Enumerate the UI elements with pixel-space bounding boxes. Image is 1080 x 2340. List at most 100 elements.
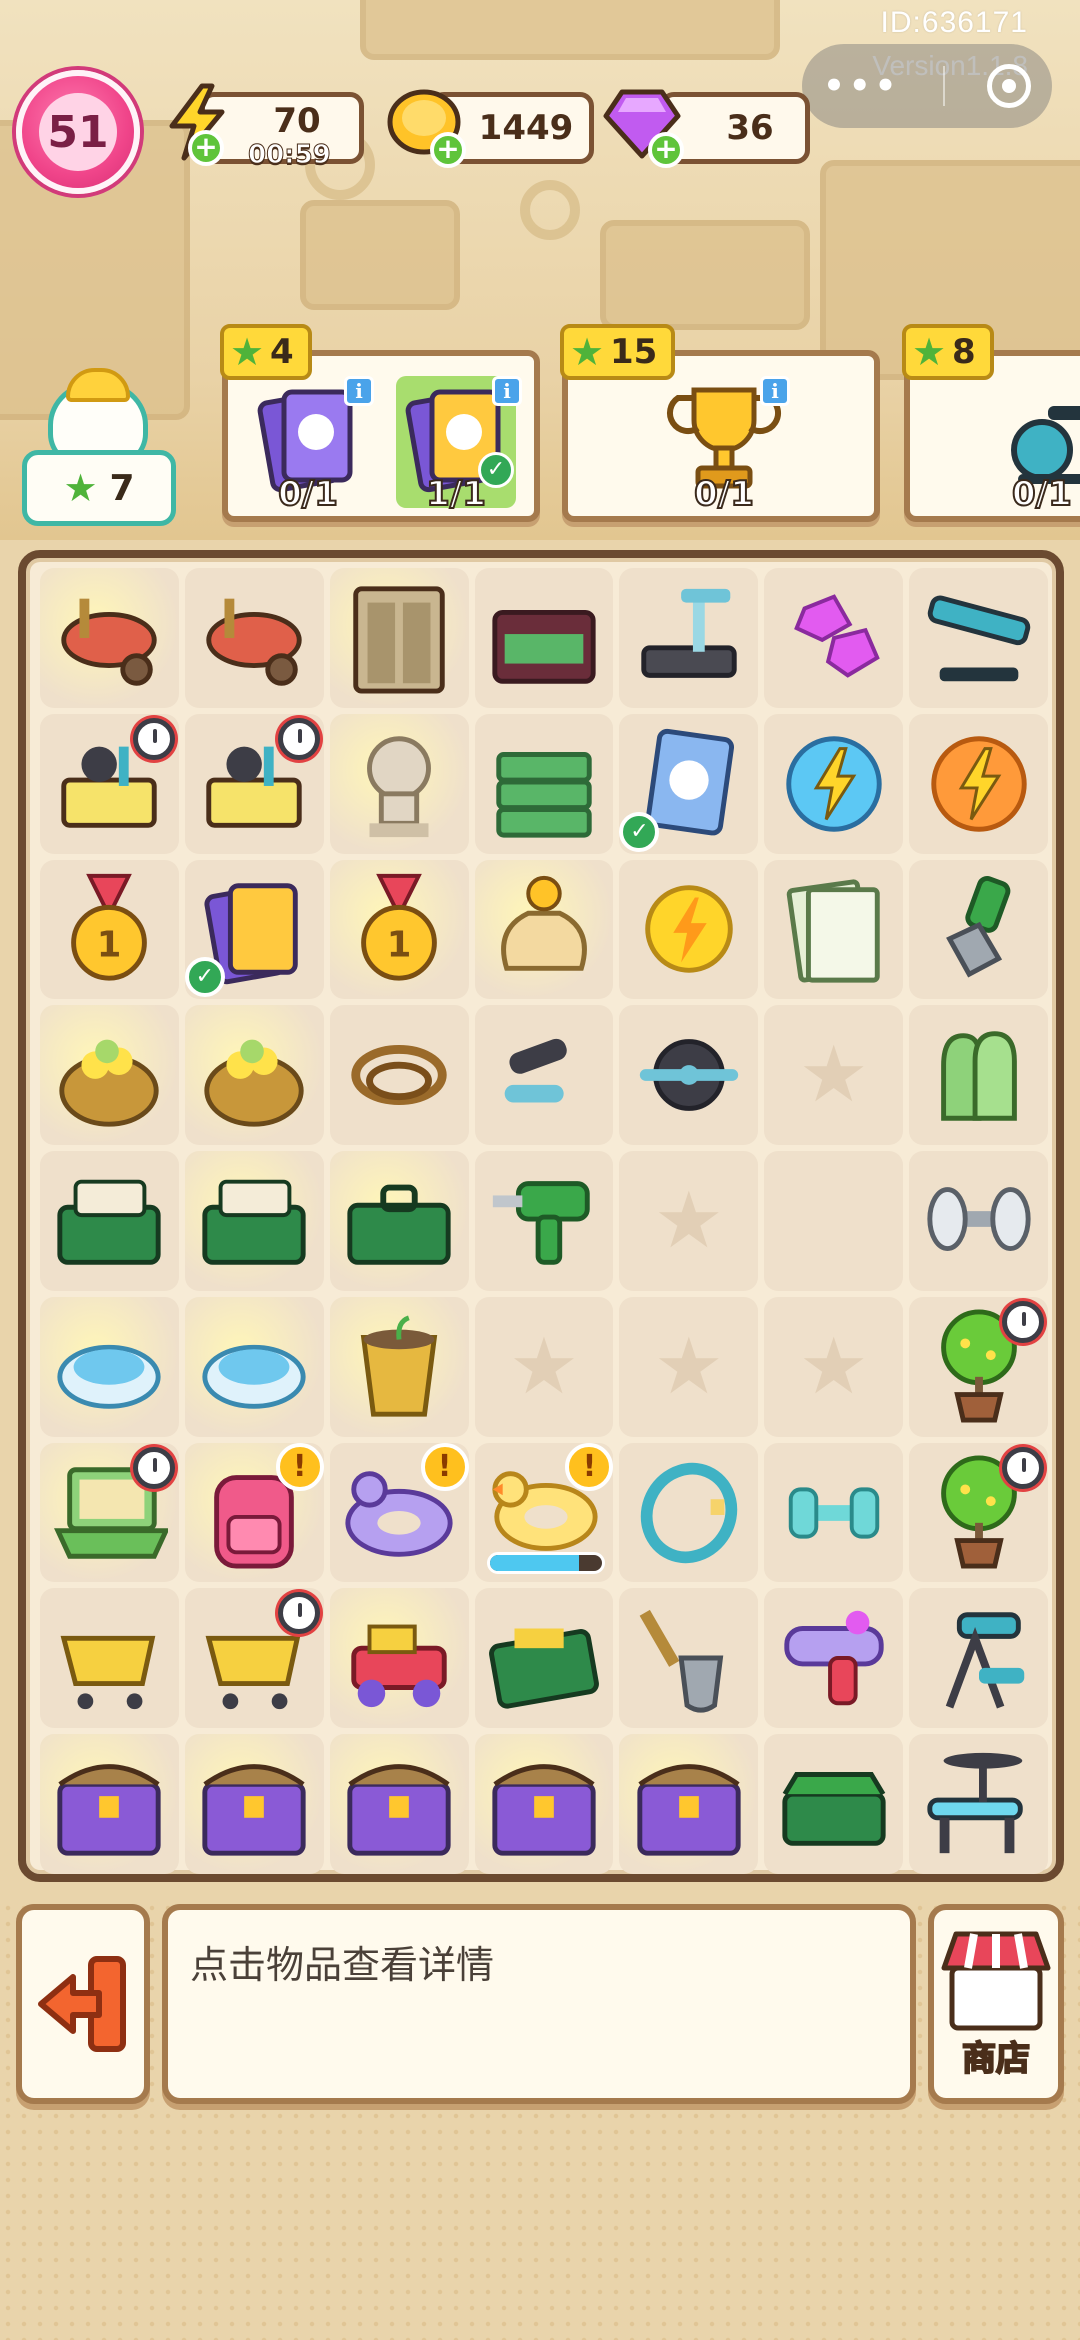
board-cell[interactable] bbox=[619, 1588, 759, 1729]
board-cell[interactable] bbox=[619, 1151, 759, 1291]
board-cell[interactable] bbox=[40, 568, 179, 708]
board-cell[interactable] bbox=[329, 568, 469, 708]
board-cell[interactable] bbox=[909, 1151, 1048, 1291]
board-cell[interactable] bbox=[619, 1005, 759, 1146]
board-cell[interactable] bbox=[619, 859, 759, 1000]
board-cell[interactable] bbox=[184, 1296, 324, 1437]
board-cell[interactable] bbox=[40, 1588, 179, 1729]
dumbbell-icon bbox=[926, 1187, 1031, 1251]
board-cell[interactable] bbox=[909, 1442, 1048, 1583]
board-cell[interactable] bbox=[474, 1151, 614, 1291]
order-item-info-icon[interactable]: i bbox=[492, 376, 522, 406]
locker-cabinet-icon bbox=[353, 586, 445, 694]
board-cell[interactable] bbox=[474, 713, 614, 854]
board-cell[interactable] bbox=[40, 1442, 179, 1583]
order-item-info-icon[interactable]: i bbox=[760, 376, 790, 406]
board-cell[interactable] bbox=[40, 1151, 179, 1291]
add-gems-icon[interactable]: + bbox=[648, 132, 684, 168]
board-cell[interactable] bbox=[619, 1734, 759, 1874]
board-cell[interactable] bbox=[909, 859, 1048, 1000]
merge-board: ✓ 1 ✓ 1!!! bbox=[18, 550, 1064, 1882]
board-cell[interactable] bbox=[474, 1734, 614, 1874]
board-cell[interactable] bbox=[909, 568, 1048, 708]
board-cell[interactable] bbox=[764, 1005, 904, 1146]
board-cell[interactable] bbox=[764, 859, 904, 1000]
board-cell[interactable]: ✓ bbox=[619, 713, 759, 854]
board-cell[interactable] bbox=[764, 1296, 904, 1437]
board-cell[interactable] bbox=[619, 568, 759, 708]
board-cell[interactable] bbox=[474, 1296, 614, 1437]
board-cell[interactable]: ! bbox=[329, 1442, 469, 1583]
add-energy-icon[interactable]: + bbox=[188, 130, 224, 166]
order-card-3[interactable]: ★ 8 0/1 bbox=[902, 324, 1080, 522]
shopping-cart-icon bbox=[61, 1636, 156, 1710]
board-cell[interactable] bbox=[329, 1005, 469, 1146]
order-reward-value: 8 bbox=[952, 332, 976, 372]
shop-button[interactable]: 商店 bbox=[928, 1904, 1064, 2104]
toy-truck-icon bbox=[351, 1624, 447, 1708]
worker-star-count: ★ 7 bbox=[22, 450, 176, 526]
ab-bench-icon bbox=[927, 595, 1030, 682]
board-cell[interactable]: 1 bbox=[329, 859, 469, 1000]
board-cell[interactable] bbox=[909, 713, 1048, 854]
board-cell[interactable] bbox=[329, 1588, 469, 1729]
more-icon[interactable]: ••• bbox=[823, 66, 900, 106]
hula-hoop-icon bbox=[640, 1462, 738, 1563]
treasure-chest-icon bbox=[347, 1764, 451, 1856]
board-cell[interactable] bbox=[619, 1442, 759, 1583]
board-cell[interactable] bbox=[764, 1588, 904, 1729]
board-cell[interactable] bbox=[909, 1005, 1048, 1146]
board-cell[interactable] bbox=[40, 1734, 179, 1874]
board-cell[interactable] bbox=[619, 1296, 759, 1437]
board-cell[interactable]: ✓ bbox=[184, 859, 324, 1000]
order-item-gold-trophy[interactable]: i 0/1 bbox=[664, 376, 790, 515]
board-cell[interactable] bbox=[909, 1734, 1048, 1874]
board-cell[interactable] bbox=[329, 1151, 469, 1291]
board-cell[interactable] bbox=[474, 568, 614, 708]
board-cell[interactable]: 1 bbox=[40, 859, 179, 1000]
board-cell[interactable] bbox=[184, 1005, 324, 1146]
board-cell[interactable] bbox=[40, 713, 179, 854]
board-cell[interactable] bbox=[329, 1296, 469, 1437]
order-item-exercise-bike[interactable]: 0/1 bbox=[998, 376, 1080, 515]
worker-character[interactable]: ★ 7 bbox=[22, 368, 178, 526]
order-reward-tag: ★ 15 bbox=[560, 324, 676, 380]
level-badge[interactable]: 51 bbox=[16, 70, 140, 194]
board-cell[interactable] bbox=[184, 1588, 324, 1729]
svg-text:1: 1 bbox=[387, 925, 412, 966]
close-program-icon[interactable] bbox=[986, 64, 1031, 108]
board-cell[interactable] bbox=[329, 1734, 469, 1874]
star-icon: ★ bbox=[912, 330, 947, 374]
board-cell[interactable]: ! bbox=[184, 1442, 324, 1583]
board-cell[interactable] bbox=[40, 1005, 179, 1146]
board-cell[interactable] bbox=[764, 713, 904, 854]
add-coins-icon[interactable]: + bbox=[430, 132, 466, 168]
board-cell[interactable] bbox=[184, 568, 324, 708]
board-cell[interactable] bbox=[764, 1734, 904, 1874]
board-cell[interactable] bbox=[909, 1296, 1048, 1437]
order-item-info-icon[interactable]: i bbox=[344, 376, 374, 406]
gold-medal-icon: 1 bbox=[71, 874, 148, 982]
order-item-card-pack-yellow[interactable]: i ✓ 1/1 bbox=[396, 376, 522, 515]
board-cell[interactable] bbox=[184, 1734, 324, 1874]
board-cell[interactable] bbox=[764, 568, 904, 708]
board-cell[interactable] bbox=[764, 1151, 904, 1291]
board-cell[interactable] bbox=[474, 1588, 614, 1729]
timer-clock-icon bbox=[1002, 1300, 1044, 1343]
board-cell[interactable] bbox=[184, 1151, 324, 1291]
board-cell[interactable] bbox=[764, 1442, 904, 1583]
order-item-card-pack-purple[interactable]: i 0/1 bbox=[248, 376, 374, 515]
board-cell[interactable] bbox=[184, 713, 324, 854]
level-number: 51 bbox=[39, 93, 117, 171]
board-cell[interactable] bbox=[474, 1005, 614, 1146]
order-card-2[interactable]: ★ 15 i 0/1 bbox=[560, 324, 880, 522]
board-cell[interactable]: ! bbox=[474, 1442, 614, 1583]
board-cell[interactable] bbox=[329, 713, 469, 854]
board-cell[interactable] bbox=[909, 1588, 1048, 1729]
board-cell[interactable] bbox=[40, 1296, 179, 1437]
board-cell[interactable] bbox=[474, 859, 614, 1000]
order-card-1[interactable]: ★ 4 i 0/1 i ✓ 1/1 bbox=[220, 324, 540, 522]
exit-button[interactable] bbox=[16, 1904, 150, 2104]
gloves-icon bbox=[940, 1031, 1017, 1121]
wheelbarrow-icon bbox=[61, 598, 158, 686]
